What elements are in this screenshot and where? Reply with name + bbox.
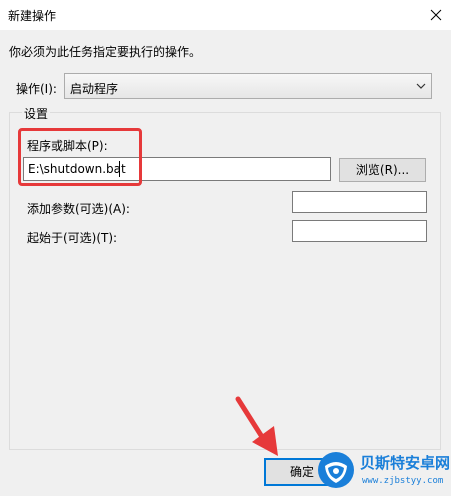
watermark-logo-icon: [318, 452, 354, 488]
watermark: 贝斯特安卓网 www.zjbstyy.com: [316, 448, 451, 496]
title-bar: 新建操作: [0, 0, 451, 30]
dialog-body: 你必须为此任务指定要执行的操作。 操作(I): 启动程序 设置 程序或脚本(P)…: [0, 30, 451, 496]
settings-label: 设置: [22, 105, 51, 122]
action-select[interactable]: 启动程序: [64, 73, 432, 99]
watermark-url: www.zjbstyy.com: [362, 476, 444, 486]
red-arrow-icon: [235, 396, 278, 456]
window-title: 新建操作: [8, 9, 57, 23]
watermark-name: 贝斯特安卓网: [360, 454, 451, 472]
action-label: 操作(I):: [16, 82, 57, 96]
args-input[interactable]: [292, 191, 427, 213]
args-label: 添加参数(可选)(A):: [27, 202, 130, 216]
highlight-box: [18, 128, 142, 186]
start-in-input[interactable]: [292, 220, 427, 242]
close-button[interactable]: [421, 0, 451, 30]
action-select-value: 启动程序: [70, 82, 119, 96]
chevron-down-icon: [416, 83, 426, 89]
start-in-label: 起始于(可选)(T):: [27, 231, 118, 245]
browse-button[interactable]: 浏览(R)...: [339, 158, 426, 182]
close-icon: [430, 9, 442, 21]
dialog-description: 你必须为此任务指定要执行的操作。: [9, 45, 202, 59]
